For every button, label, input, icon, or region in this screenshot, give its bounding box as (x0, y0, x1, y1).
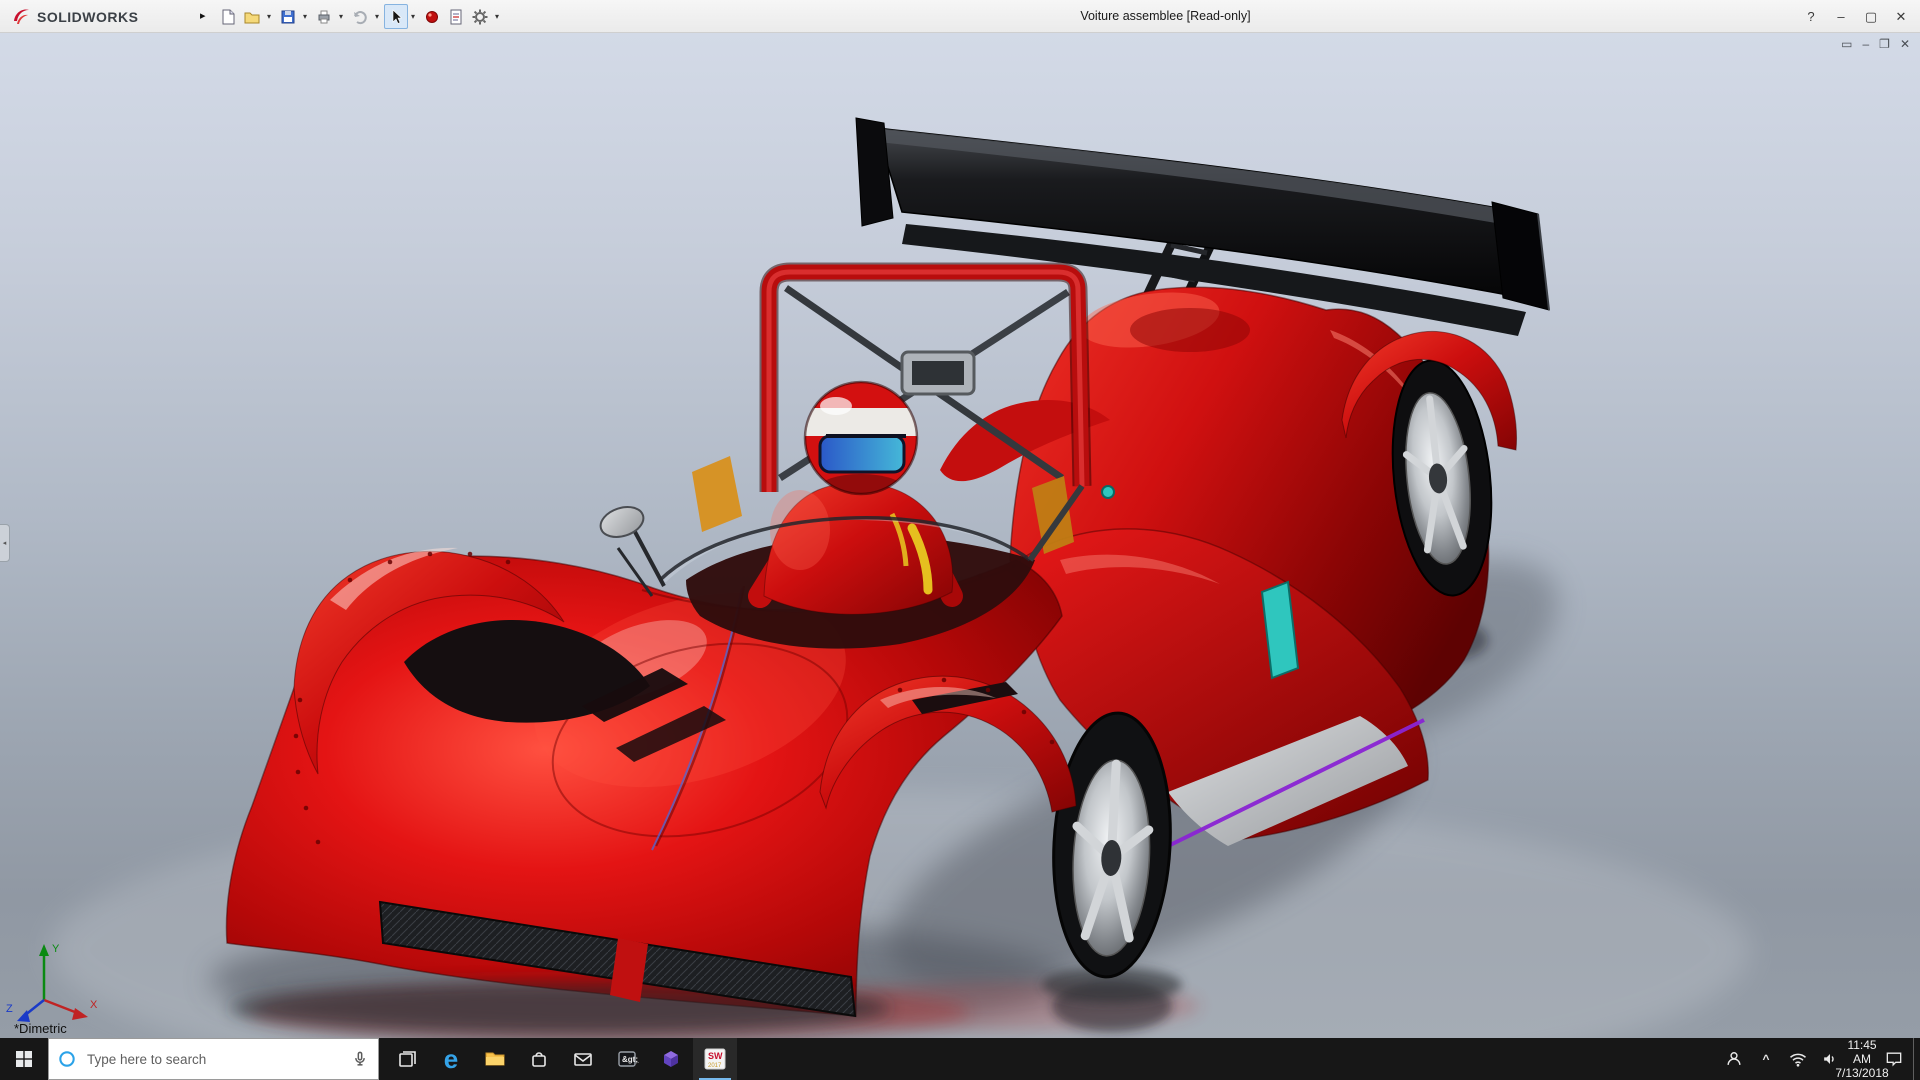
task-view-icon (399, 1051, 416, 1067)
print-icon (318, 10, 330, 23)
save-caret[interactable]: ▾ (300, 12, 310, 21)
task-view-button[interactable] (385, 1038, 429, 1080)
svg-text:2017: 2017 (708, 1063, 722, 1069)
document-properties-button[interactable] (444, 4, 468, 29)
save-floppy-icon (281, 10, 295, 23)
red-dot-icon (426, 10, 438, 23)
store-icon (532, 1052, 546, 1067)
terminal-icon: &gt;_ (618, 1051, 639, 1067)
print-button[interactable] (312, 4, 336, 29)
driver-helmet[interactable] (803, 380, 921, 502)
center-mirror[interactable] (900, 350, 976, 396)
triad-z-label: Z (6, 1003, 13, 1015)
tray-network-button[interactable] (1785, 1038, 1811, 1080)
maximize-button[interactable]: ▢ (1856, 9, 1886, 25)
document-window-controls: ▭ – ❐ ✕ (1841, 37, 1910, 51)
driver[interactable] (748, 380, 963, 615)
open-caret[interactable]: ▾ (264, 12, 274, 21)
open-folder-icon (244, 12, 260, 23)
tray-user-button[interactable] (1721, 1038, 1747, 1080)
file-explorer-icon (485, 1052, 505, 1066)
feature-manager-collapsed-tab[interactable]: ◂ (0, 524, 10, 562)
triad-y-label: Y (52, 943, 60, 955)
options-button[interactable] (468, 4, 492, 29)
action-center-icon (1886, 1052, 1902, 1067)
doc-close-button[interactable]: ✕ (1900, 37, 1910, 51)
close-button[interactable]: ✕ (1886, 9, 1916, 25)
open-button[interactable] (240, 4, 264, 29)
taskbar-search[interactable] (48, 1038, 379, 1080)
mail-icon (574, 1053, 592, 1066)
quick-toolbar: ▾ ▾ ▾ ▾ ▾ ▾ (216, 3, 504, 30)
window-title: Voiture assemblee [Read-only] (1080, 9, 1251, 23)
undo-button[interactable] (348, 4, 372, 29)
user-icon (1727, 1052, 1741, 1065)
doc-dock-button[interactable]: ▭ (1841, 37, 1852, 51)
show-desktop-button[interactable] (1913, 1038, 1918, 1080)
triad-x-label: X (90, 999, 98, 1011)
cortana-icon (59, 1051, 75, 1067)
new-document-icon (222, 9, 235, 24)
doc-minimize-button[interactable]: – (1862, 37, 1869, 51)
system-tray: ^ 11:45 AM 7/13/2018 (1721, 1038, 1920, 1080)
wifi-icon (1789, 1053, 1807, 1067)
windows-logo-icon (16, 1051, 32, 1067)
edge-icon: e (443, 1044, 459, 1074)
undo-caret[interactable]: ▾ (372, 12, 382, 21)
svg-text:SW: SW (708, 1051, 723, 1061)
microphone-icon[interactable] (350, 1049, 370, 1069)
view-orientation-label: *Dimetric (14, 1021, 67, 1036)
select-button[interactable] (384, 4, 408, 29)
solidworks-logo-icon (14, 9, 29, 24)
document-properties-icon (450, 9, 462, 24)
select-caret[interactable]: ▾ (408, 12, 418, 21)
taskbar-app-store[interactable] (517, 1038, 561, 1080)
teal-detail (1101, 485, 1115, 499)
brand-text: SOLIDWORKS (37, 8, 139, 25)
solidworks-logo: SOLIDWORKS (10, 0, 138, 33)
svg-text:&gt;_: &gt;_ (622, 1055, 639, 1064)
taskbar-app-edge[interactable]: e (429, 1038, 473, 1080)
options-caret[interactable]: ▾ (492, 12, 502, 21)
print-caret[interactable]: ▾ (336, 12, 346, 21)
taskbar-app-terminal[interactable]: &gt;_ (605, 1038, 649, 1080)
cube-app-icon (664, 1051, 678, 1067)
taskbar-app-mail[interactable] (561, 1038, 605, 1080)
title-bar: SOLIDWORKS ▸ ▾ ▾ ▾ ▾ ▾ ▾ Voiture assembl… (0, 0, 1920, 33)
taskbar-app-solidworks[interactable]: SW 2017 (693, 1038, 737, 1080)
solidworks-app-icon: SW 2017 (704, 1048, 726, 1070)
save-button[interactable] (276, 4, 300, 29)
tray-hidden-icons-button[interactable]: ^ (1753, 1038, 1779, 1080)
model-render[interactable]: Y X Z (0, 33, 1920, 1038)
windows-taskbar: e &gt;_ (0, 1038, 1920, 1080)
help-button[interactable]: ? (1796, 9, 1826, 24)
minimize-button[interactable]: – (1826, 9, 1856, 24)
undo-icon (354, 10, 367, 24)
taskbar-clock[interactable]: 11:45 AM 7/13/2018 (1835, 1038, 1888, 1080)
chevron-up-icon: ^ (1762, 1052, 1770, 1066)
select-cursor-icon (392, 8, 403, 24)
new-document-button[interactable] (216, 4, 240, 29)
taskbar-app-file-explorer[interactable] (473, 1038, 517, 1080)
red-dot-button[interactable] (420, 4, 444, 29)
window-controls: ? – ▢ ✕ (1796, 0, 1916, 33)
graphics-area[interactable]: ▭ – ❐ ✕ ◂ Y X Z *Dimetric (0, 33, 1920, 1038)
taskbar-app-cube[interactable] (649, 1038, 693, 1080)
clock-time: 11:45 AM (1847, 1038, 1877, 1066)
action-center-button[interactable] (1881, 1038, 1907, 1080)
start-button[interactable] (0, 1038, 48, 1080)
amber-panel-left (692, 456, 742, 532)
solidworks-window: SOLIDWORKS ▸ ▾ ▾ ▾ ▾ ▾ ▾ Voiture assembl… (0, 0, 1920, 1080)
doc-restore-button[interactable]: ❐ (1879, 37, 1890, 51)
options-gear-icon (472, 9, 488, 24)
search-input[interactable] (85, 1050, 342, 1068)
menu-flyout-arrow[interactable]: ▸ (200, 9, 206, 22)
